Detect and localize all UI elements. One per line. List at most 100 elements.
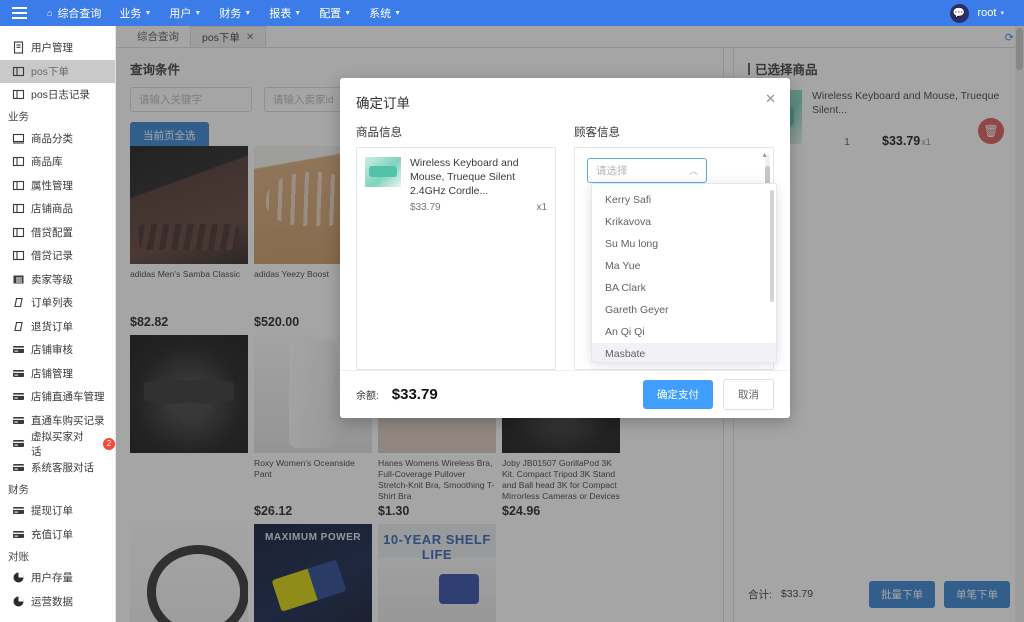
sidebar-item-10[interactable]: 卖家等级 xyxy=(0,268,115,292)
balance-label: 余额: xyxy=(356,391,379,402)
customer-option[interactable]: Gareth Geyer xyxy=(592,299,776,321)
sidebar[interactable]: 用户管理 pos下单 pos日志记录业务 商品分类商品库属性管理店铺商品借贷配置 借贷记… xyxy=(0,26,116,622)
customer-option[interactable]: Masbate xyxy=(592,343,776,362)
scrollbar-thumb[interactable] xyxy=(770,190,774,302)
customer-select-placeholder: 请选择 xyxy=(596,165,628,177)
list-icon xyxy=(12,273,25,286)
sidebar-item-2[interactable]: pos日志记录 xyxy=(0,83,115,107)
sidebar-item-23[interactable]: 用户存量 xyxy=(0,566,115,590)
nav-item-business[interactable]: 业务 ▼ xyxy=(110,0,160,26)
nav-item-system[interactable]: 系统 ▼ xyxy=(360,0,410,26)
close-icon[interactable]: ✕ xyxy=(765,91,776,107)
chevron-down-icon: ▼ xyxy=(194,9,202,17)
sidebar-item-label: 店铺商品 xyxy=(31,203,73,216)
customer-option[interactable]: Krikavova xyxy=(592,211,776,233)
sidebar-group-22: 对账 xyxy=(0,546,115,566)
chevron-up-icon: ︿ xyxy=(688,166,698,176)
modal-product-meta: $33.79 x1 xyxy=(410,202,547,213)
sidebar-item-9[interactable]: 借贷记录 xyxy=(0,244,115,268)
card-icon xyxy=(12,367,25,380)
nav-item-config[interactable]: 配置 ▼ xyxy=(310,0,360,26)
sidebar-item-label: 订单列表 xyxy=(31,297,73,310)
sidebar-item-label: 退货订单 xyxy=(31,320,73,333)
card-icon xyxy=(12,414,25,427)
chevron-down-icon: ▼ xyxy=(244,9,252,17)
sidebar-item-label: pos日志记录 xyxy=(31,89,90,102)
modal-title: 确定订单 xyxy=(356,96,410,111)
sidebar-item-6[interactable]: 属性管理 xyxy=(0,174,115,198)
sidebar-item-5[interactable]: 商品库 xyxy=(0,150,115,174)
sidebar-item-1[interactable]: pos下单 xyxy=(0,59,115,83)
sidebar-item-20[interactable]: 提现订单 xyxy=(0,499,115,523)
dropdown-scrollbar[interactable] xyxy=(770,190,774,356)
sidebar-item-4[interactable]: 商品分类 xyxy=(0,127,115,151)
cancel-button[interactable]: 取消 xyxy=(723,379,774,410)
sidebar-top-spacer xyxy=(0,26,115,36)
customer-option-list: Kerry Safi Krikavova Su Mu long Ma Yue BA Cl… xyxy=(592,184,776,362)
nav-item-finance[interactable]: 财务 ▼ xyxy=(210,0,260,26)
top-right-area: 💬 root ▾ xyxy=(949,0,1024,26)
user-menu[interactable]: root ▾ xyxy=(978,7,1004,19)
card-icon xyxy=(12,528,25,541)
customer-option[interactable]: Kerry Safi xyxy=(592,189,776,211)
sidebar-item-21[interactable]: 充值订单 xyxy=(0,523,115,547)
window-icon xyxy=(12,65,25,78)
sidebar-item-label: 充值订单 xyxy=(31,528,73,541)
sidebar-item-label: 系统客服对话 xyxy=(31,461,94,474)
nav-label: 综合查询 xyxy=(57,8,102,20)
product-info-box: Wireless Keyboard and Mouse, Trueque Sil… xyxy=(356,147,556,370)
card-icon xyxy=(12,437,25,450)
sidebar-item-24[interactable]: 运营数据 xyxy=(0,590,115,614)
sidebar-item-13[interactable]: 店铺审核 xyxy=(0,338,115,362)
nav-item-comprehensive-query[interactable]: ⌂ 综合查询 xyxy=(38,0,110,26)
pie-icon xyxy=(12,571,25,584)
window-icon xyxy=(12,179,25,192)
confirm-payment-button[interactable]: 确定支付 xyxy=(643,380,713,409)
sidebar-item-14[interactable]: 店铺管理 xyxy=(0,362,115,386)
balance-value: $33.79 xyxy=(391,386,438,403)
nav-label: 财务 xyxy=(219,8,242,20)
sidebar-group-19: 财务 xyxy=(0,479,115,499)
modal-product-qty: x1 xyxy=(536,201,547,213)
scroll-up-arrow-icon[interactable]: ▲ xyxy=(761,152,768,159)
customer-option[interactable]: BA Clark xyxy=(592,277,776,299)
sidebar-item-badge: 2 xyxy=(103,437,115,450)
hamburger-icon[interactable] xyxy=(0,0,38,26)
sidebar-item-label: 店铺审核 xyxy=(31,344,73,357)
sidebar-item-11[interactable]: 订单列表 xyxy=(0,291,115,315)
sidebar-item-18[interactable]: 系统客服对话 xyxy=(0,456,115,480)
sidebar-group-3: 业务 xyxy=(0,107,115,127)
nav-label: 系统 xyxy=(369,8,392,20)
card-icon xyxy=(12,461,25,474)
nav-item-reports[interactable]: 报表 ▼ xyxy=(260,0,310,26)
sidebar-item-0[interactable]: 用户管理 xyxy=(0,36,115,60)
sidebar-item-12[interactable]: 退货订单 xyxy=(0,315,115,339)
customer-info-label: 顾客信息 xyxy=(574,127,620,139)
customer-option[interactable]: Ma Yue xyxy=(592,255,776,277)
modal-header: 确定订单 ✕ xyxy=(340,78,790,112)
sidebar-item-8[interactable]: 借贷配置 xyxy=(0,221,115,245)
window-icon xyxy=(12,202,25,215)
window-icon xyxy=(12,88,25,101)
nav-item-user[interactable]: 用户 ▼ xyxy=(160,0,210,26)
customer-select-dropdown[interactable]: Kerry Safi Krikavova Su Mu long Ma Yue BA Cl… xyxy=(591,183,777,363)
card-icon xyxy=(12,390,25,403)
slash-icon xyxy=(12,296,25,309)
sidebar-item-label: 运营数据 xyxy=(31,595,73,608)
home-icon: ⌂ xyxy=(47,8,53,18)
window-icon xyxy=(12,249,25,262)
customer-option[interactable]: An Qi Qi xyxy=(592,321,776,343)
sidebar-item-15[interactable]: 店铺直通车管理 xyxy=(0,385,115,409)
customer-option[interactable]: Su Mu long xyxy=(592,233,776,255)
customer-select[interactable]: 请选择 ︿ xyxy=(587,158,707,183)
nav-label: 报表 xyxy=(269,8,292,20)
sidebar-list: 用户管理 pos下单 pos日志记录业务 商品分类商品库属性管理店铺商品借贷配置 借贷记… xyxy=(0,36,115,613)
sidebar-item-label: 虚拟买家对话 xyxy=(31,430,84,458)
sidebar-item-label: 用户管理 xyxy=(31,42,73,55)
chat-bubble-icon[interactable]: 💬 xyxy=(949,3,969,23)
sidebar-item-7[interactable]: 店铺商品 xyxy=(0,197,115,221)
product-info-label: 商品信息 xyxy=(356,127,402,139)
sidebar-item-17[interactable]: 虚拟买家对话 2 xyxy=(0,430,115,458)
sidebar-item-label: 商品库 xyxy=(31,156,63,169)
sidebar-item-label: 卖家等级 xyxy=(31,273,73,286)
